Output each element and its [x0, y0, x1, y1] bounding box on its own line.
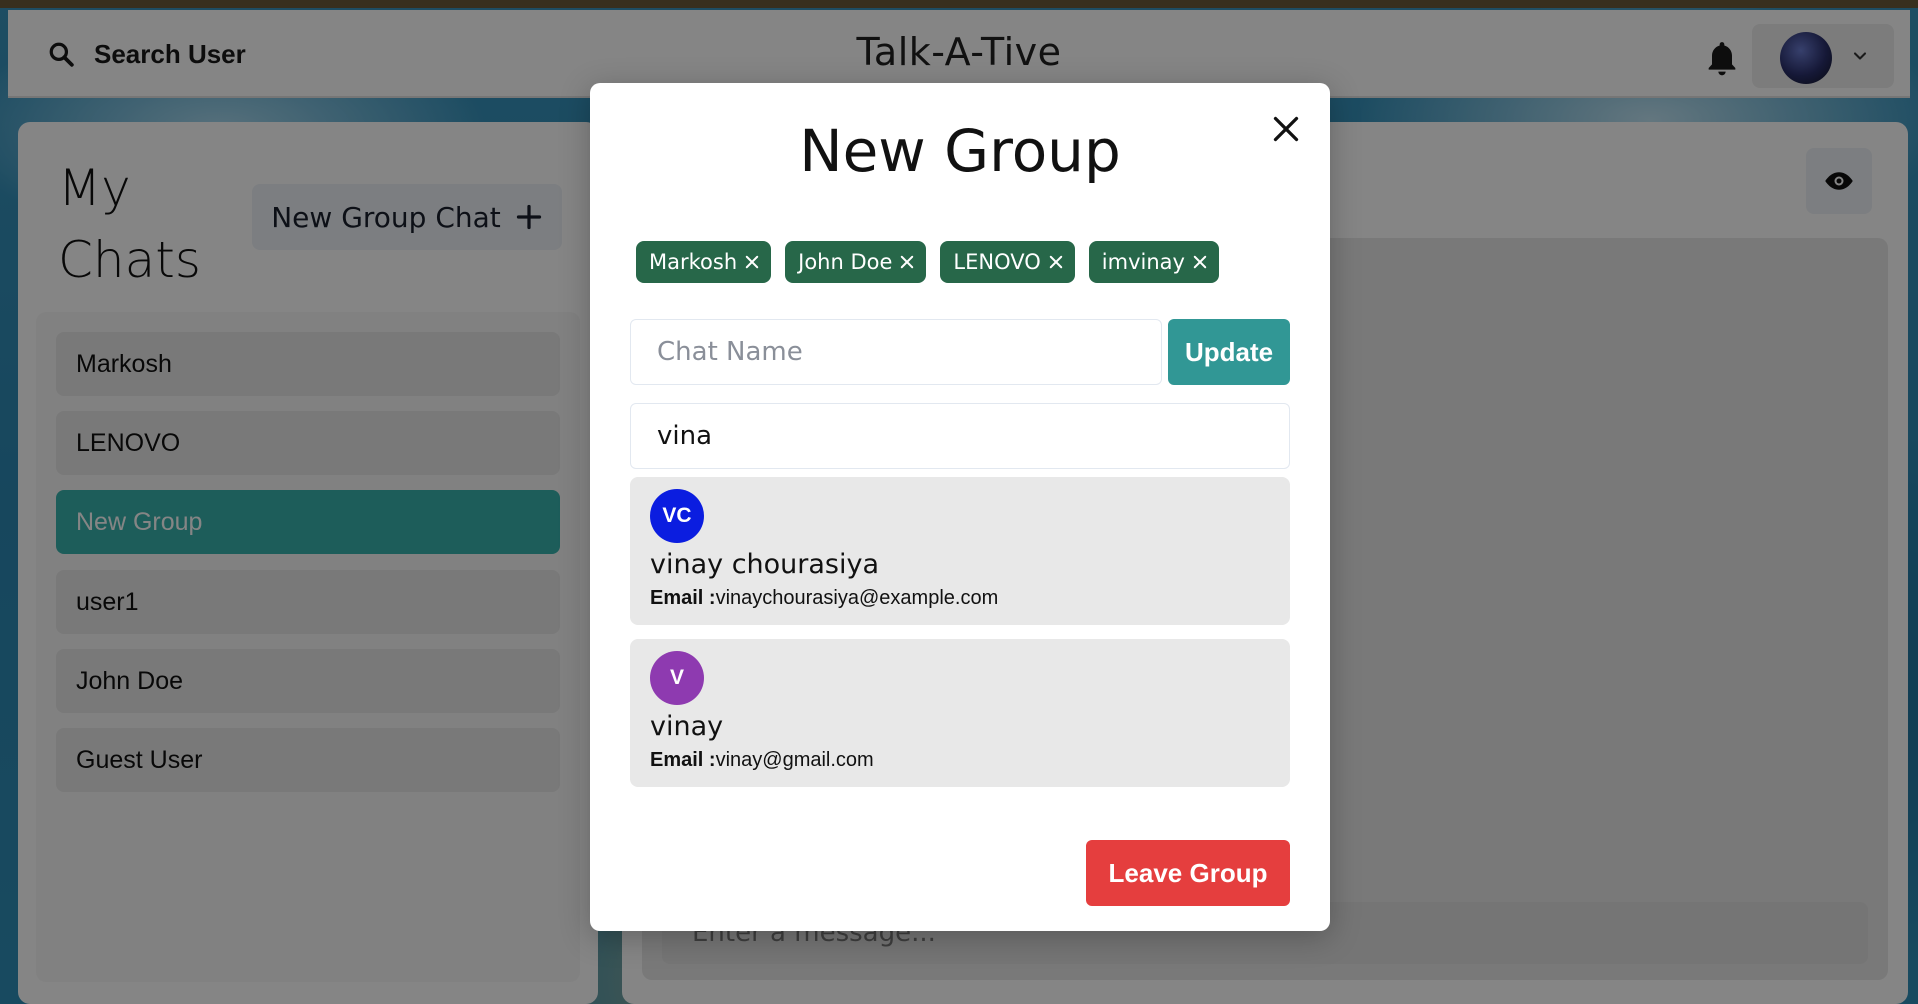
remove-icon[interactable] [1191, 253, 1209, 271]
member-badge[interactable]: LENOVO [940, 241, 1075, 283]
email-value: vinaychourasiya@example.com [715, 587, 999, 609]
email-value: vinay@gmail.com [715, 749, 874, 771]
member-badge-label: imvinay [1101, 250, 1185, 274]
email-label: Email : [650, 749, 716, 771]
user-name: vinay [650, 711, 724, 742]
group-modal: New Group Markosh John Doe LENOVO imvina… [590, 83, 1330, 931]
user-email: Email :vinaychourasiya@example.com [650, 587, 998, 610]
add-user-search-input[interactable] [630, 403, 1290, 469]
email-label: Email : [650, 587, 716, 609]
modal-title: New Group [799, 117, 1121, 185]
leave-group-button[interactable]: Leave Group [1086, 840, 1290, 906]
member-badge[interactable]: John Doe [785, 241, 927, 283]
user-result-item[interactable]: V vinay Email :vinay@gmail.com [630, 639, 1290, 787]
member-badge[interactable]: imvinay [1088, 241, 1219, 283]
member-badge[interactable]: Markosh [636, 241, 772, 283]
member-badge-label: Markosh [649, 250, 738, 274]
remove-icon[interactable] [743, 253, 761, 271]
update-button[interactable]: Update [1168, 319, 1290, 385]
member-badges: Markosh John Doe LENOVO imvinay [636, 241, 1219, 283]
user-avatar: V [650, 651, 704, 705]
user-avatar: VC [650, 489, 704, 543]
chat-name-input[interactable] [630, 319, 1162, 385]
member-badge-label: John Doe [798, 250, 893, 274]
user-email: Email :vinay@gmail.com [650, 749, 874, 772]
remove-icon[interactable] [1047, 253, 1065, 271]
member-badge-label: LENOVO [953, 250, 1041, 274]
close-icon[interactable] [1268, 111, 1304, 147]
user-result-item[interactable]: VC vinay chourasiya Email :vinaychourasi… [630, 477, 1290, 625]
user-name: vinay chourasiya [650, 549, 880, 580]
remove-icon[interactable] [898, 253, 916, 271]
